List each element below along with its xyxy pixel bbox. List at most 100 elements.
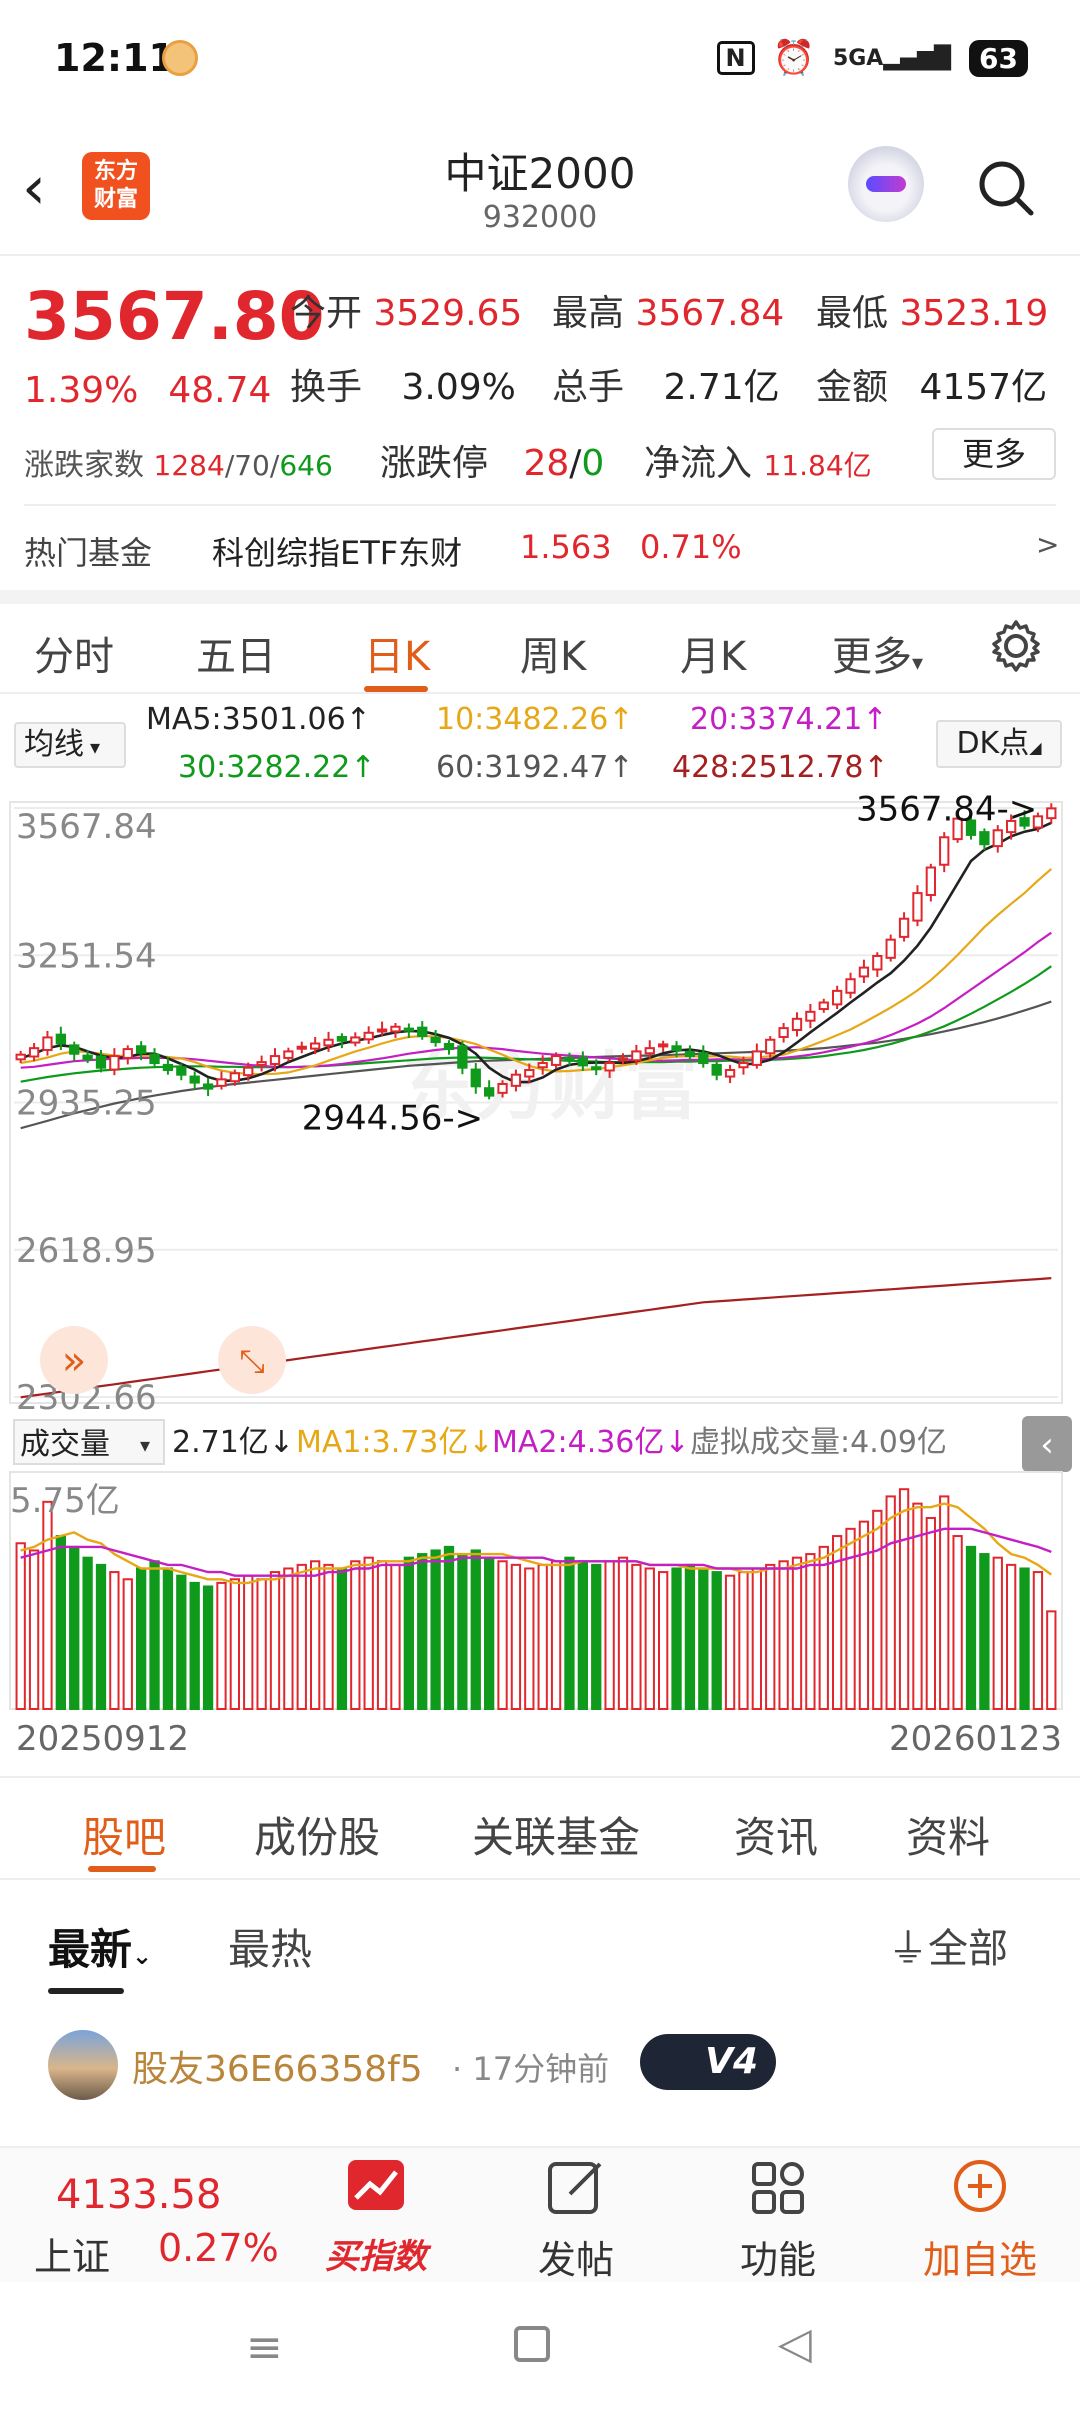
volume-value: 2.71亿↓ <box>172 1425 294 1460</box>
candle-body <box>443 1042 455 1051</box>
volume-bar <box>979 1553 990 1710</box>
netflow-stat: 净流入 11.84亿 <box>644 434 872 486</box>
bottom-nav: 4133.58 上证 0.27% 买指数 发帖 功能 加自选 <box>0 2146 1080 2282</box>
nav-post-label: 发帖 <box>537 2238 614 2282</box>
filter-all[interactable]: ⏚全部 <box>888 1916 1008 1974</box>
breadth-up: 1284 <box>153 449 225 482</box>
sort-latest[interactable]: 最新⌄ <box>48 1916 152 1977</box>
chart-period-tabs: 分时 五日 日K 周K 月K 更多▾ <box>0 604 1080 694</box>
ma10-value: 10:3482.26↑ <box>436 702 634 737</box>
title-bar: ‹ 东方 财富 中证2000 932000 <box>0 120 1080 256</box>
assistant-robot-icon[interactable] <box>848 146 924 222</box>
volume-bar <box>952 1535 963 1710</box>
tab-constituents[interactable]: 成份股 <box>254 1804 380 1865</box>
tab-more[interactable]: 更多▾ <box>832 624 923 682</box>
post-username[interactable]: 股友36E66358f5 <box>132 2040 423 2092</box>
caret-down-icon: ▾ <box>912 651 924 676</box>
low-stat: 最低 3523.19 <box>816 284 1048 336</box>
volume-bar <box>403 1556 414 1711</box>
status-time: 12:11 <box>54 36 175 80</box>
limit-stat: 涨跌停 28/0 <box>380 434 604 486</box>
amount-label: 金额 <box>816 367 889 408</box>
volume-ma1: MA1:3.73亿↓ <box>296 1425 494 1460</box>
y-axis-labels: 3567.843251.542935.252618.952302.66 <box>16 807 157 1418</box>
volume-bar <box>202 1585 214 1710</box>
candle-body <box>604 1062 615 1072</box>
candle-body <box>457 1045 468 1069</box>
volume-bar <box>470 1549 481 1711</box>
nav-add-watchlist[interactable]: 加自选 <box>910 2148 1050 2284</box>
tab-monthly-k[interactable]: 月K <box>680 624 746 682</box>
divider <box>24 504 1056 506</box>
hot-fund-label: 热门基金 <box>24 534 153 572</box>
volume-label: 总手 <box>552 367 625 408</box>
candle-body <box>363 1031 374 1041</box>
sh-index-value[interactable]: 4133.58 <box>56 2172 221 2218</box>
nav-post[interactable]: 发帖 <box>506 2148 646 2284</box>
volume-bar <box>136 1567 147 1710</box>
volume-bar <box>631 1563 642 1710</box>
active-tab-indicator <box>364 686 428 692</box>
candle-body <box>82 1054 93 1061</box>
more-button[interactable]: 更多 <box>932 428 1056 480</box>
breadth-label: 涨跌家数 <box>24 448 144 483</box>
candle-body <box>55 1033 66 1045</box>
status-icons: N ⏰ 5GA▂▄▆█ 63 <box>716 38 1028 78</box>
candle-body <box>269 1055 281 1065</box>
volume-bar <box>310 1560 321 1710</box>
candle-body <box>564 1056 575 1062</box>
volume-bar <box>363 1556 374 1711</box>
nav-function[interactable]: 功能 <box>708 2148 848 2284</box>
hot-fund-row[interactable]: 热门基金 科创综指ETF东财 1.563 0.71% > <box>0 520 1080 590</box>
tab-news[interactable]: 资讯 <box>734 1804 818 1865</box>
fast-forward-button[interactable]: » <box>40 1326 108 1394</box>
sh-index-name[interactable]: 上证 <box>34 2226 110 2281</box>
sort-latest-label: 最新 <box>48 1925 133 1974</box>
volume-bar <box>791 1556 803 1711</box>
candle-body <box>376 1028 388 1033</box>
change-percent: 1.39% <box>24 370 139 411</box>
tab-forum[interactable]: 股吧 <box>82 1804 166 1865</box>
candlestick-chart[interactable]: 东方财富 3567.843251.542935.252618.952302.66… <box>0 792 1080 1792</box>
ma30-value: 30:3282.22↑ <box>178 750 376 785</box>
tab-profile[interactable]: 资料 <box>906 1804 990 1865</box>
search-icon[interactable] <box>976 158 1036 218</box>
hot-fund-name: 科创综指ETF东财 <box>212 534 463 572</box>
gear-icon[interactable] <box>988 618 1044 674</box>
sh-index-change[interactable]: 0.27% <box>158 2226 279 2270</box>
tab-intraday[interactable]: 分时 <box>34 624 114 682</box>
post-item[interactable]: 股友36E66358f5 · 17分钟前 V4 <box>0 2000 1080 2140</box>
candle-body <box>724 1069 736 1078</box>
low-label: 最低 <box>816 293 889 334</box>
status-bar: 12:11 N ⏰ 5GA▂▄▆█ 63 <box>0 0 1080 120</box>
y-tick-label: 3251.54 <box>16 936 157 976</box>
user-level-badge: V4 <box>640 2034 776 2090</box>
volume-bar <box>1019 1567 1030 1710</box>
candle-body <box>510 1073 522 1087</box>
ma428-value: 428:2512.78↑ <box>672 750 889 785</box>
candle-body <box>336 1035 348 1042</box>
tab-related-funds[interactable]: 关联基金 <box>472 1804 640 1865</box>
home-icon[interactable] <box>514 2326 550 2362</box>
volume-value: 2.71亿 <box>663 367 780 408</box>
dk-point-button[interactable]: DK点◢ <box>936 720 1062 768</box>
volume-bar <box>443 1545 455 1710</box>
volume-bar <box>109 1571 120 1710</box>
avatar[interactable] <box>48 2030 118 2100</box>
indicator-select[interactable]: 均线 ▾ <box>14 722 126 768</box>
nav-buy-index[interactable]: 买指数 <box>306 2148 446 2278</box>
hot-fund-change: 0.71% <box>640 528 742 566</box>
back-triangle-icon[interactable]: ◁ <box>778 2318 812 2369</box>
candle-body <box>296 1045 307 1050</box>
candle-body <box>69 1044 80 1055</box>
candle-body <box>323 1038 334 1047</box>
volume-bar <box>323 1563 334 1710</box>
tab-five-day[interactable]: 五日 <box>196 624 276 682</box>
tab-weekly-k[interactable]: 周K <box>520 624 586 682</box>
tab-daily-k[interactable]: 日K <box>364 624 430 682</box>
sort-hottest[interactable]: 最热 <box>228 1916 312 1977</box>
ma60-value: 60:3192.47↑ <box>436 750 634 785</box>
expand-icon[interactable]: ⤡ <box>218 1326 286 1394</box>
candle-body <box>791 1017 803 1031</box>
menu-icon[interactable]: ≡ <box>246 2322 283 2373</box>
